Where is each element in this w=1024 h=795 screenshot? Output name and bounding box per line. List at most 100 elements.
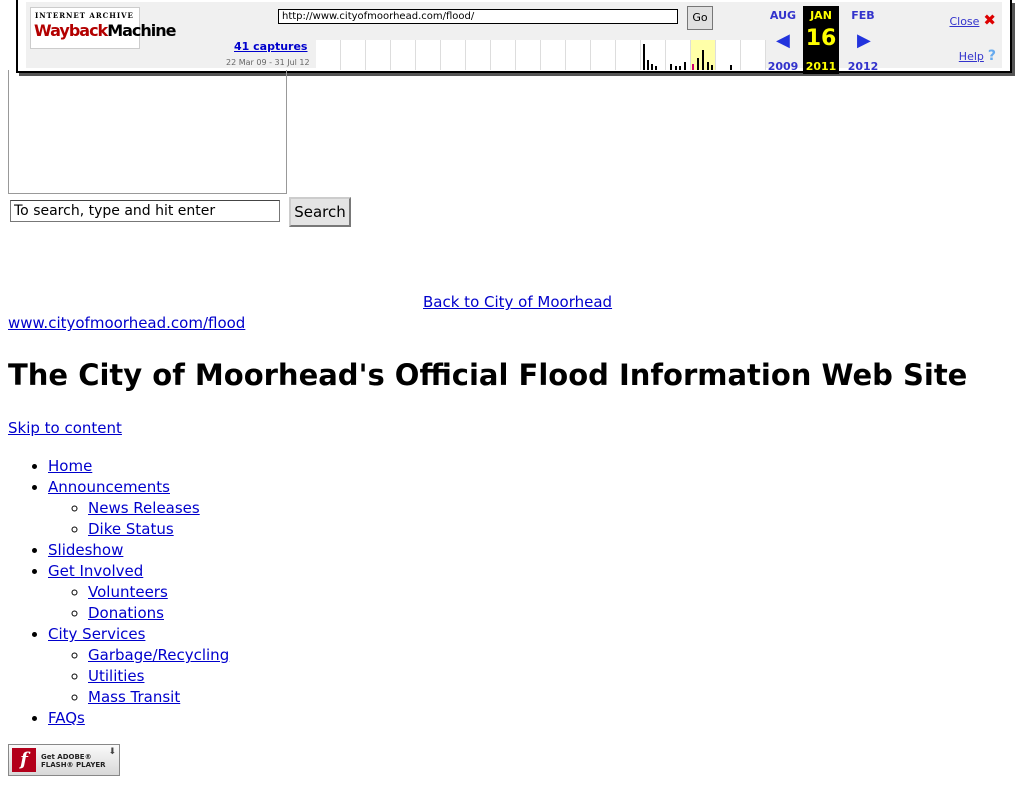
wayback-logo-top: INTERNET ARCHIVE	[35, 11, 134, 20]
spark-bar	[730, 65, 732, 70]
spark-bar	[647, 60, 649, 70]
spark-cell	[491, 40, 516, 70]
flash-badge-line2: FLASH® PLAYER	[41, 761, 106, 769]
spark-cell	[441, 40, 466, 70]
nav-list: Home Announcements News Releases Dike St…	[8, 456, 229, 729]
wayback-toolbar: INTERNET ARCHIVE WaybackMachine http://w…	[16, 0, 1012, 74]
nav-link-announcements[interactable]: Announcements	[48, 478, 170, 496]
wayback-logo-word-b: Machine	[107, 21, 176, 40]
spark-bar	[655, 66, 657, 70]
spark-bar-current	[692, 64, 694, 70]
prev-year-link[interactable]: 2009	[763, 60, 803, 73]
nav-item-utilities: Utilities	[88, 666, 229, 687]
wayback-url-input[interactable]: http://www.cityofmoorhead.com/flood/	[278, 9, 678, 24]
back-to-city-link[interactable]: Back to City of Moorhead	[423, 293, 612, 311]
next-arrow-icon[interactable]: ▶	[857, 30, 871, 51]
nav-item-mass-transit: Mass Transit	[88, 687, 229, 708]
wayback-logo[interactable]: INTERNET ARCHIVE WaybackMachine	[30, 7, 177, 49]
spark-cell	[341, 40, 366, 70]
spark-cell	[541, 40, 566, 70]
spark-bar	[711, 65, 713, 70]
spark-cell	[516, 40, 541, 70]
nav-item-garbage-recycling: Garbage/Recycling	[88, 645, 229, 666]
wayback-captures-link[interactable]: 41 captures	[234, 40, 307, 53]
next-month-link[interactable]: FEB	[843, 9, 883, 22]
spark-cell-current	[691, 40, 716, 70]
next-year-link[interactable]: 2012	[843, 60, 883, 73]
wayback-toolbar-inner: INTERNET ARCHIVE WaybackMachine http://w…	[26, 2, 1002, 74]
spark-bar	[684, 62, 686, 70]
current-date: JAN 16 2011	[803, 6, 839, 74]
close-link[interactable]: Close	[949, 15, 979, 28]
flash-badge-line1: Get ADOBE®	[41, 753, 92, 761]
wayback-go-button[interactable]: Go	[687, 6, 713, 30]
nav-item-faqs: FAQs	[48, 708, 229, 729]
nav-link-home[interactable]: Home	[48, 457, 92, 475]
wayback-calendar: AUG ◀ 2009 JAN 16 2011 FEB ▶ 2012	[763, 6, 893, 74]
spark-cell	[391, 40, 416, 70]
flash-badge-text: Get ADOBE® FLASH® PLAYER	[41, 753, 106, 769]
spark-bar	[675, 66, 677, 70]
embedded-frame	[8, 70, 287, 194]
nav-item-dike-status: Dike Status	[88, 519, 229, 540]
current-year: 2011	[805, 60, 837, 73]
spark-bar	[697, 58, 699, 70]
spark-cell	[666, 40, 691, 70]
site-url-link[interactable]: www.cityofmoorhead.com/flood	[8, 314, 245, 332]
help-icon[interactable]: ?	[988, 48, 996, 64]
nav-link-mass-transit[interactable]: Mass Transit	[88, 688, 180, 706]
spark-bar	[651, 64, 653, 70]
spark-cell	[566, 40, 591, 70]
prev-month-link[interactable]: AUG	[763, 9, 803, 22]
nav-link-slideshow[interactable]: Slideshow	[48, 541, 123, 559]
nav-item-city-services: City Services Garbage/Recycling Utilitie…	[48, 624, 229, 708]
nav-link-volunteers[interactable]: Volunteers	[88, 583, 168, 601]
current-day: 16	[805, 26, 837, 51]
wayback-close: Close ✖	[949, 11, 996, 29]
main-navigation: Home Announcements News Releases Dike St…	[8, 456, 229, 729]
nav-link-faqs[interactable]: FAQs	[48, 709, 85, 727]
nav-link-garbage-recycling[interactable]: Garbage/Recycling	[88, 646, 229, 664]
nav-link-news-releases[interactable]: News Releases	[88, 499, 200, 517]
spark-cell	[366, 40, 391, 70]
get-flash-player-badge[interactable]: f Get ADOBE® FLASH® PLAYER ⬇	[8, 744, 120, 776]
nav-link-get-involved[interactable]: Get Involved	[48, 562, 143, 580]
nav-sublist-city-services: Garbage/Recycling Utilities Mass Transit	[48, 645, 229, 708]
nav-item-get-involved: Get Involved Volunteers Donations	[48, 561, 229, 624]
spark-cell	[416, 40, 441, 70]
nav-item-announcements: Announcements News Releases Dike Status	[48, 477, 229, 540]
nav-item-slideshow: Slideshow	[48, 540, 229, 561]
spark-bar	[702, 50, 704, 70]
nav-item-volunteers: Volunteers	[88, 582, 229, 603]
nav-link-dike-status[interactable]: Dike Status	[88, 520, 174, 538]
spark-cell	[591, 40, 616, 70]
nav-sublist-get-involved: Volunteers Donations	[48, 582, 229, 624]
help-link[interactable]: Help	[959, 50, 984, 63]
wayback-logo-bottom: WaybackMachine	[34, 21, 177, 40]
spark-bar	[670, 64, 672, 70]
wayback-logo-word-a: Wayback	[34, 21, 108, 40]
spark-bar	[707, 62, 709, 70]
spark-bar	[643, 44, 645, 70]
current-month: JAN	[810, 9, 832, 22]
wayback-sparkline[interactable]	[316, 40, 766, 70]
wayback-help: Help?	[959, 48, 996, 64]
nav-link-city-services[interactable]: City Services	[48, 625, 145, 643]
spark-bar	[679, 66, 681, 70]
nav-link-donations[interactable]: Donations	[88, 604, 164, 622]
nav-link-utilities[interactable]: Utilities	[88, 667, 144, 685]
spark-cell	[316, 40, 341, 70]
search-button[interactable]: Search	[289, 197, 351, 227]
spark-cell	[466, 40, 491, 70]
nav-item-news-releases: News Releases	[88, 498, 229, 519]
nav-item-donations: Donations	[88, 603, 229, 624]
skip-to-content-link[interactable]: Skip to content	[8, 419, 122, 437]
download-arrow-icon: ⬇	[108, 747, 116, 757]
spark-cell	[616, 40, 641, 70]
search-input[interactable]	[10, 200, 280, 222]
close-icon[interactable]: ✖	[983, 11, 996, 29]
prev-arrow-icon[interactable]: ◀	[776, 30, 790, 51]
nav-item-home: Home	[48, 456, 229, 477]
wayback-capture-range: 22 Mar 09 - 31 Jul 12	[226, 58, 310, 67]
page-title: The City of Moorhead's Official Flood In…	[8, 358, 968, 392]
